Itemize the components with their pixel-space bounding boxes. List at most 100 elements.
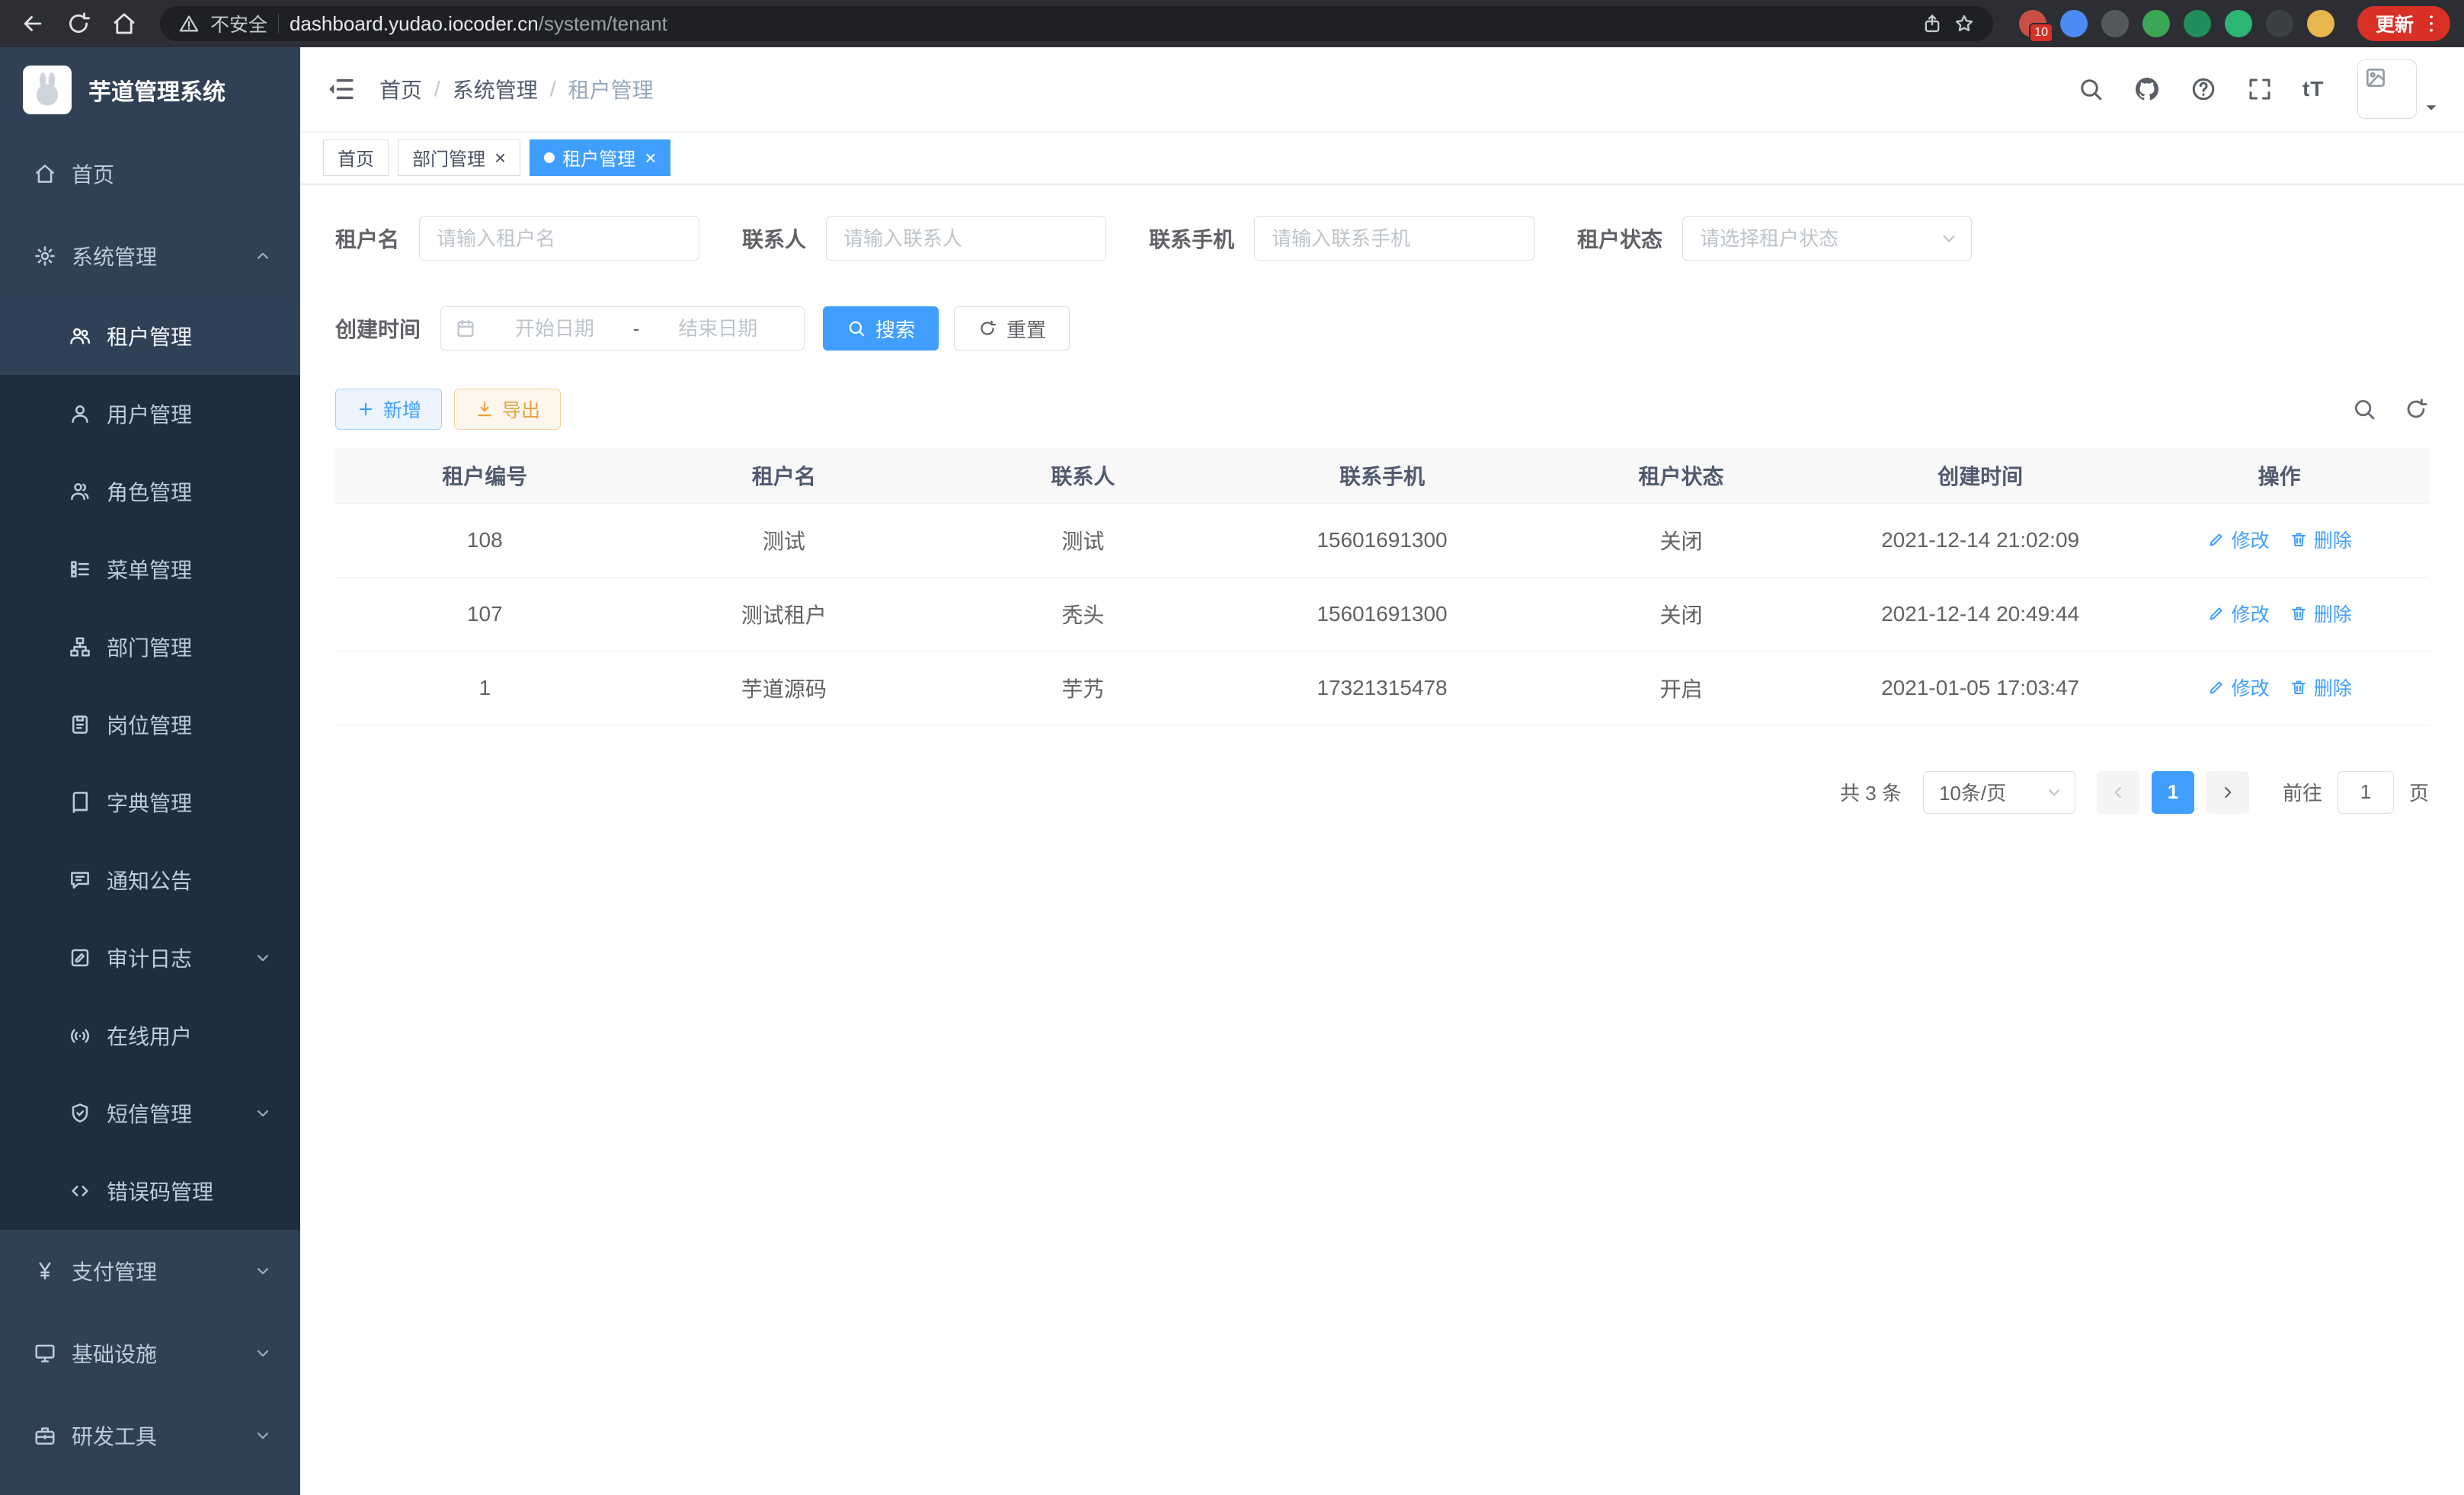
page-1-button[interactable]: 1: [2152, 771, 2194, 814]
goto-page-input[interactable]: [2338, 771, 2394, 814]
star-icon[interactable]: [1954, 13, 1975, 34]
sidebar-toggle-icon[interactable]: [325, 73, 357, 105]
address-bar[interactable]: 不安全 dashboard.yudao.iocoder.cn/system/te…: [160, 6, 1993, 41]
sidebar-item-notice[interactable]: 通知公告: [0, 841, 300, 919]
reset-button[interactable]: 重置: [954, 306, 1070, 351]
search-toggle-icon[interactable]: [2351, 396, 2377, 422]
tenant-status-value[interactable]: [1682, 216, 1972, 261]
field-label: 创建时间: [335, 313, 421, 344]
date-range-picker[interactable]: -: [440, 306, 805, 351]
filter-tenant-name: 租户名: [335, 216, 699, 261]
sidebar-item-online[interactable]: 在线用户: [0, 997, 300, 1074]
fontsize-icon[interactable]: tT: [2302, 75, 2330, 103]
cell-id: 108: [335, 503, 635, 577]
menu-dots-icon[interactable]: [2420, 12, 2443, 35]
delete-link[interactable]: 删除: [2290, 526, 2352, 553]
sidebar-item-user[interactable]: 用户管理: [0, 375, 300, 453]
avatar[interactable]: [2357, 59, 2417, 119]
sidebar-item-system[interactable]: 系统管理: [0, 215, 300, 297]
extension-icon[interactable]: [2101, 10, 2129, 37]
sidebar-item-tenant[interactable]: 租户管理: [0, 297, 300, 375]
end-date-input[interactable]: [645, 317, 790, 341]
filter-form-row-2: 创建时间 - 搜索 重置: [335, 306, 2429, 351]
sidebar-menu: 首页系统管理租户管理用户管理角色管理菜单管理部门管理岗位管理字典管理通知公告审计…: [0, 133, 300, 1477]
tag-tenant[interactable]: 租户管理×: [530, 139, 670, 176]
page-size-select[interactable]: 10条/页: [1923, 771, 2075, 814]
reload-icon[interactable]: [66, 11, 91, 37]
cell-contact: 测试: [933, 503, 1233, 577]
tenant-name-input[interactable]: [419, 216, 699, 261]
share-icon[interactable]: [1922, 13, 1943, 34]
start-date-input[interactable]: [482, 317, 627, 341]
refresh-icon[interactable]: [2403, 396, 2429, 422]
tag-home[interactable]: 首页: [323, 139, 389, 176]
export-button[interactable]: 导出: [454, 389, 561, 430]
edit-link[interactable]: 修改: [2207, 674, 2270, 701]
app-logo[interactable]: 芋道管理系统: [0, 47, 300, 133]
log-icon: [69, 946, 91, 969]
contact-mobile-input[interactable]: [1254, 216, 1534, 261]
sidebar-item-auditlog[interactable]: 审计日志: [0, 919, 300, 997]
cell-actions: 修改删除: [2130, 651, 2429, 725]
caret-down-icon[interactable]: [2423, 99, 2440, 116]
sidebar-item-label: 研发工具: [72, 1420, 157, 1451]
cell-status: 关闭: [1531, 503, 1831, 577]
sidebar-item-post[interactable]: 岗位管理: [0, 686, 300, 764]
tenant-icon: [69, 325, 91, 347]
search-icon[interactable]: [2077, 75, 2104, 103]
sidebar-item-label: 菜单管理: [107, 554, 192, 584]
sidebar-item-devtools[interactable]: 研发工具: [0, 1394, 300, 1477]
cell-name: 芋道源码: [635, 651, 934, 725]
extension-icon[interactable]: 10: [2019, 10, 2046, 37]
extension-icon[interactable]: [2184, 10, 2211, 37]
delete-link[interactable]: 删除: [2290, 600, 2352, 627]
extension-icon[interactable]: [2266, 10, 2293, 37]
github-icon[interactable]: [2133, 75, 2161, 103]
sidebar-item-label: 短信管理: [107, 1098, 192, 1128]
security-label[interactable]: 不安全: [210, 10, 267, 37]
url-text[interactable]: dashboard.yudao.iocoder.cn/system/tenant: [290, 12, 667, 36]
breadcrumb-item[interactable]: 系统管理: [453, 74, 538, 104]
extension-icon[interactable]: [2060, 10, 2088, 37]
prev-page-button[interactable]: [2097, 771, 2139, 814]
sidebar-item-role[interactable]: 角色管理: [0, 453, 300, 530]
question-icon[interactable]: [2190, 75, 2217, 103]
tenant-status-select[interactable]: [1682, 216, 1972, 261]
extension-icon[interactable]: [2225, 10, 2252, 37]
update-button[interactable]: 更新: [2357, 6, 2450, 41]
delete-link[interactable]: 删除: [2290, 674, 2352, 701]
extension-icon[interactable]: [2142, 10, 2170, 37]
breadcrumb-item[interactable]: 首页: [379, 74, 422, 104]
sidebar-item-sms[interactable]: 短信管理: [0, 1074, 300, 1152]
cell-name: 测试: [635, 503, 934, 577]
field-label: 联系手机: [1149, 223, 1234, 254]
home-icon[interactable]: [111, 11, 137, 37]
sidebar-item-dict[interactable]: 字典管理: [0, 764, 300, 841]
user-menu[interactable]: [2357, 59, 2440, 119]
sidebar-item-infra[interactable]: 基础设施: [0, 1312, 300, 1394]
shield-icon: [69, 1102, 91, 1125]
tag-dept[interactable]: 部门管理×: [398, 139, 520, 176]
search-button[interactable]: 搜索: [823, 306, 939, 351]
sidebar-item-label: 审计日志: [107, 943, 192, 973]
field-label: 租户状态: [1577, 223, 1662, 254]
close-icon[interactable]: ×: [494, 148, 506, 168]
sidebar-item-errcode[interactable]: 错误码管理: [0, 1152, 300, 1230]
cell-actions: 修改删除: [2130, 577, 2429, 651]
back-icon[interactable]: [20, 11, 46, 37]
fullscreen-icon[interactable]: [2246, 75, 2274, 103]
next-page-button[interactable]: [2206, 771, 2249, 814]
contact-name-input[interactable]: [826, 216, 1106, 261]
add-button[interactable]: 新增: [335, 389, 442, 430]
sidebar-item-pay[interactable]: 支付管理: [0, 1230, 300, 1312]
search-icon: [846, 319, 866, 338]
sidebar-item-home[interactable]: 首页: [0, 133, 300, 215]
sidebar-item-menu[interactable]: 菜单管理: [0, 530, 300, 608]
edit-link[interactable]: 修改: [2207, 526, 2270, 553]
close-icon[interactable]: ×: [645, 148, 656, 168]
sidebar-item-label: 通知公告: [107, 865, 192, 895]
warning-icon: [178, 13, 200, 34]
extension-icon[interactable]: [2307, 10, 2334, 37]
sidebar-item-dept[interactable]: 部门管理: [0, 608, 300, 686]
edit-link[interactable]: 修改: [2207, 600, 2270, 627]
